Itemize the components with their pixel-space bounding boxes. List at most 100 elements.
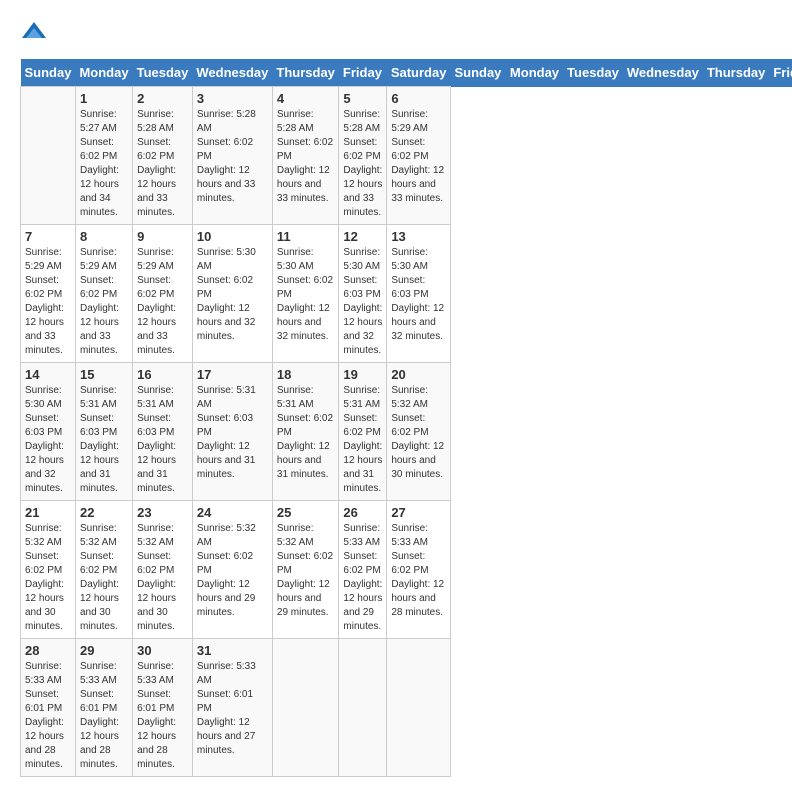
calendar-cell: 30Sunrise: 5:33 AMSunset: 6:01 PMDayligh…	[133, 639, 193, 777]
calendar-cell: 31 Sunrise: 5:33 AMSunset: 6:01 PMDayligh…	[192, 639, 272, 777]
day-number: 12	[343, 229, 382, 244]
day-info: Sunrise: 5:31 AMSunset: 6:02 PMDaylight:…	[277, 384, 335, 482]
calendar-week-5: 28 Sunrise: 5:33 AMSunset: 6:01 PMDayligh…	[21, 639, 792, 777]
day-info: Sunrise: 5:30 AMSunset: 6:03 PMDaylight:…	[343, 246, 382, 358]
day-info: Sunrise: 5:29 AMSunset: 6:02 PMDaylight:…	[391, 108, 446, 206]
calendar-cell: 1Sunrise: 5:27 AMSunset: 6:02 PMDaylight…	[75, 87, 132, 225]
day-number: 2	[137, 91, 188, 106]
day-info: Sunrise: 5:32 AMSunset: 6:02 PMDaylight:…	[277, 522, 335, 620]
day-number: 23	[137, 505, 188, 520]
calendar-cell: 24 Sunrise: 5:32 AMSunset: 6:02 PMDayligh…	[192, 501, 272, 639]
day-header-saturday: Saturday	[387, 59, 451, 87]
day-number: 24	[197, 505, 268, 520]
day-info: Sunrise: 5:30 AMSunset: 6:03 PMDaylight:…	[391, 246, 446, 344]
day-number: 15	[80, 367, 128, 382]
day-info: Sunrise: 5:32 AMSunset: 6:02 PMDaylight:…	[391, 384, 446, 482]
calendar-week-3: 14 Sunrise: 5:30 AMSunset: 6:03 PMDayligh…	[21, 363, 792, 501]
day-header-wednesday: Wednesday	[192, 59, 272, 87]
day-info: Sunrise: 5:29 AMSunset: 6:02 PMDaylight:…	[137, 246, 188, 358]
calendar-cell	[272, 639, 339, 777]
calendar-cell	[387, 639, 451, 777]
day-number: 9	[137, 229, 188, 244]
day-info: Sunrise: 5:30 AMSunset: 6:02 PMDaylight:…	[197, 246, 268, 344]
day-number: 14	[25, 367, 71, 382]
calendar-cell: 3 Sunrise: 5:28 AMSunset: 6:02 PMDaylight…	[192, 87, 272, 225]
calendar-cell: 8Sunrise: 5:29 AMSunset: 6:02 PMDaylight…	[75, 225, 132, 363]
day-info: Sunrise: 5:31 AMSunset: 6:03 PMDaylight:…	[137, 384, 188, 496]
day-info: Sunrise: 5:33 AMSunset: 6:02 PMDaylight:…	[343, 522, 382, 634]
calendar-cell: 2 Sunrise: 5:28 AMSunset: 6:02 PMDaylight…	[133, 87, 193, 225]
day-number: 1	[80, 91, 128, 106]
day-number: 13	[391, 229, 446, 244]
logo	[20, 20, 46, 49]
day-header-friday: Friday	[769, 59, 792, 87]
day-header-tuesday: Tuesday	[133, 59, 193, 87]
day-number: 10	[197, 229, 268, 244]
day-info: Sunrise: 5:32 AMSunset: 6:02 PMDaylight:…	[137, 522, 188, 634]
day-number: 21	[25, 505, 71, 520]
day-number: 7	[25, 229, 71, 244]
day-info: Sunrise: 5:33 AMSunset: 6:01 PMDaylight:…	[137, 660, 188, 772]
day-number: 19	[343, 367, 382, 382]
day-info: Sunrise: 5:30 AMSunset: 6:03 PMDaylight:…	[25, 384, 71, 496]
calendar-cell: 14 Sunrise: 5:30 AMSunset: 6:03 PMDayligh…	[21, 363, 76, 501]
day-info: Sunrise: 5:31 AMSunset: 6:03 PMDaylight:…	[197, 384, 268, 482]
day-number: 4	[277, 91, 335, 106]
day-header-friday: Friday	[339, 59, 387, 87]
day-info: Sunrise: 5:30 AMSunset: 6:02 PMDaylight:…	[277, 246, 335, 344]
logo-icon	[22, 20, 46, 44]
day-info: Sunrise: 5:28 AMSunset: 6:02 PMDaylight:…	[137, 108, 188, 220]
calendar-cell: 7 Sunrise: 5:29 AMSunset: 6:02 PMDaylight…	[21, 225, 76, 363]
day-info: Sunrise: 5:29 AMSunset: 6:02 PMDaylight:…	[25, 246, 71, 358]
calendar-cell: 19 Sunrise: 5:31 AMSunset: 6:02 PMDayligh…	[339, 363, 387, 501]
calendar-cell: 25 Sunrise: 5:32 AMSunset: 6:02 PMDayligh…	[272, 501, 339, 639]
day-header-tuesday: Tuesday	[563, 59, 623, 87]
calendar-cell: 16 Sunrise: 5:31 AMSunset: 6:03 PMDayligh…	[133, 363, 193, 501]
day-info: Sunrise: 5:32 AMSunset: 6:02 PMDaylight:…	[80, 522, 128, 634]
day-info: Sunrise: 5:28 AMSunset: 6:02 PMDaylight:…	[197, 108, 268, 206]
logo-text	[20, 20, 46, 49]
day-header-sunday: Sunday	[21, 59, 76, 87]
calendar-cell: 10 Sunrise: 5:30 AMSunset: 6:02 PMDayligh…	[192, 225, 272, 363]
calendar-cell: 5Sunrise: 5:28 AMSunset: 6:02 PMDaylight…	[339, 87, 387, 225]
day-info: Sunrise: 5:31 AMSunset: 6:03 PMDaylight:…	[80, 384, 128, 496]
day-info: Sunrise: 5:31 AMSunset: 6:02 PMDaylight:…	[343, 384, 382, 496]
day-info: Sunrise: 5:33 AMSunset: 6:01 PMDaylight:…	[197, 660, 268, 758]
calendar-week-1: 1Sunrise: 5:27 AMSunset: 6:02 PMDaylight…	[21, 87, 792, 225]
day-info: Sunrise: 5:33 AMSunset: 6:01 PMDaylight:…	[25, 660, 71, 772]
day-number: 25	[277, 505, 335, 520]
day-header-thursday: Thursday	[703, 59, 770, 87]
calendar-cell	[21, 87, 76, 225]
calendar-table: SundayMondayTuesdayWednesdayThursdayFrid…	[20, 59, 792, 777]
calendar-cell: 6 Sunrise: 5:29 AMSunset: 6:02 PMDaylight…	[387, 87, 451, 225]
days-header-row: SundayMondayTuesdayWednesdayThursdayFrid…	[21, 59, 792, 87]
page-header	[20, 20, 772, 49]
calendar-cell: 9 Sunrise: 5:29 AMSunset: 6:02 PMDaylight…	[133, 225, 193, 363]
day-number: 11	[277, 229, 335, 244]
day-number: 3	[197, 91, 268, 106]
day-number: 26	[343, 505, 382, 520]
day-header-monday: Monday	[506, 59, 563, 87]
day-number: 31	[197, 643, 268, 658]
calendar-cell: 18Sunrise: 5:31 AMSunset: 6:02 PMDayligh…	[272, 363, 339, 501]
day-header-monday: Monday	[75, 59, 132, 87]
day-info: Sunrise: 5:33 AMSunset: 6:01 PMDaylight:…	[80, 660, 128, 772]
day-header-thursday: Thursday	[272, 59, 339, 87]
calendar-cell: 26 Sunrise: 5:33 AMSunset: 6:02 PMDayligh…	[339, 501, 387, 639]
calendar-cell: 17Sunrise: 5:31 AMSunset: 6:03 PMDayligh…	[192, 363, 272, 501]
calendar-week-4: 21 Sunrise: 5:32 AMSunset: 6:02 PMDayligh…	[21, 501, 792, 639]
calendar-cell: 15 Sunrise: 5:31 AMSunset: 6:03 PMDayligh…	[75, 363, 132, 501]
day-number: 22	[80, 505, 128, 520]
calendar-cell: 28 Sunrise: 5:33 AMSunset: 6:01 PMDayligh…	[21, 639, 76, 777]
day-number: 5	[343, 91, 382, 106]
day-info: Sunrise: 5:32 AMSunset: 6:02 PMDaylight:…	[197, 522, 268, 620]
day-header-wednesday: Wednesday	[623, 59, 703, 87]
calendar-cell: 27Sunrise: 5:33 AMSunset: 6:02 PMDayligh…	[387, 501, 451, 639]
day-info: Sunrise: 5:29 AMSunset: 6:02 PMDaylight:…	[80, 246, 128, 358]
day-number: 6	[391, 91, 446, 106]
day-number: 16	[137, 367, 188, 382]
day-number: 27	[391, 505, 446, 520]
calendar-week-2: 7 Sunrise: 5:29 AMSunset: 6:02 PMDaylight…	[21, 225, 792, 363]
calendar-cell: 20Sunrise: 5:32 AMSunset: 6:02 PMDayligh…	[387, 363, 451, 501]
day-number: 28	[25, 643, 71, 658]
